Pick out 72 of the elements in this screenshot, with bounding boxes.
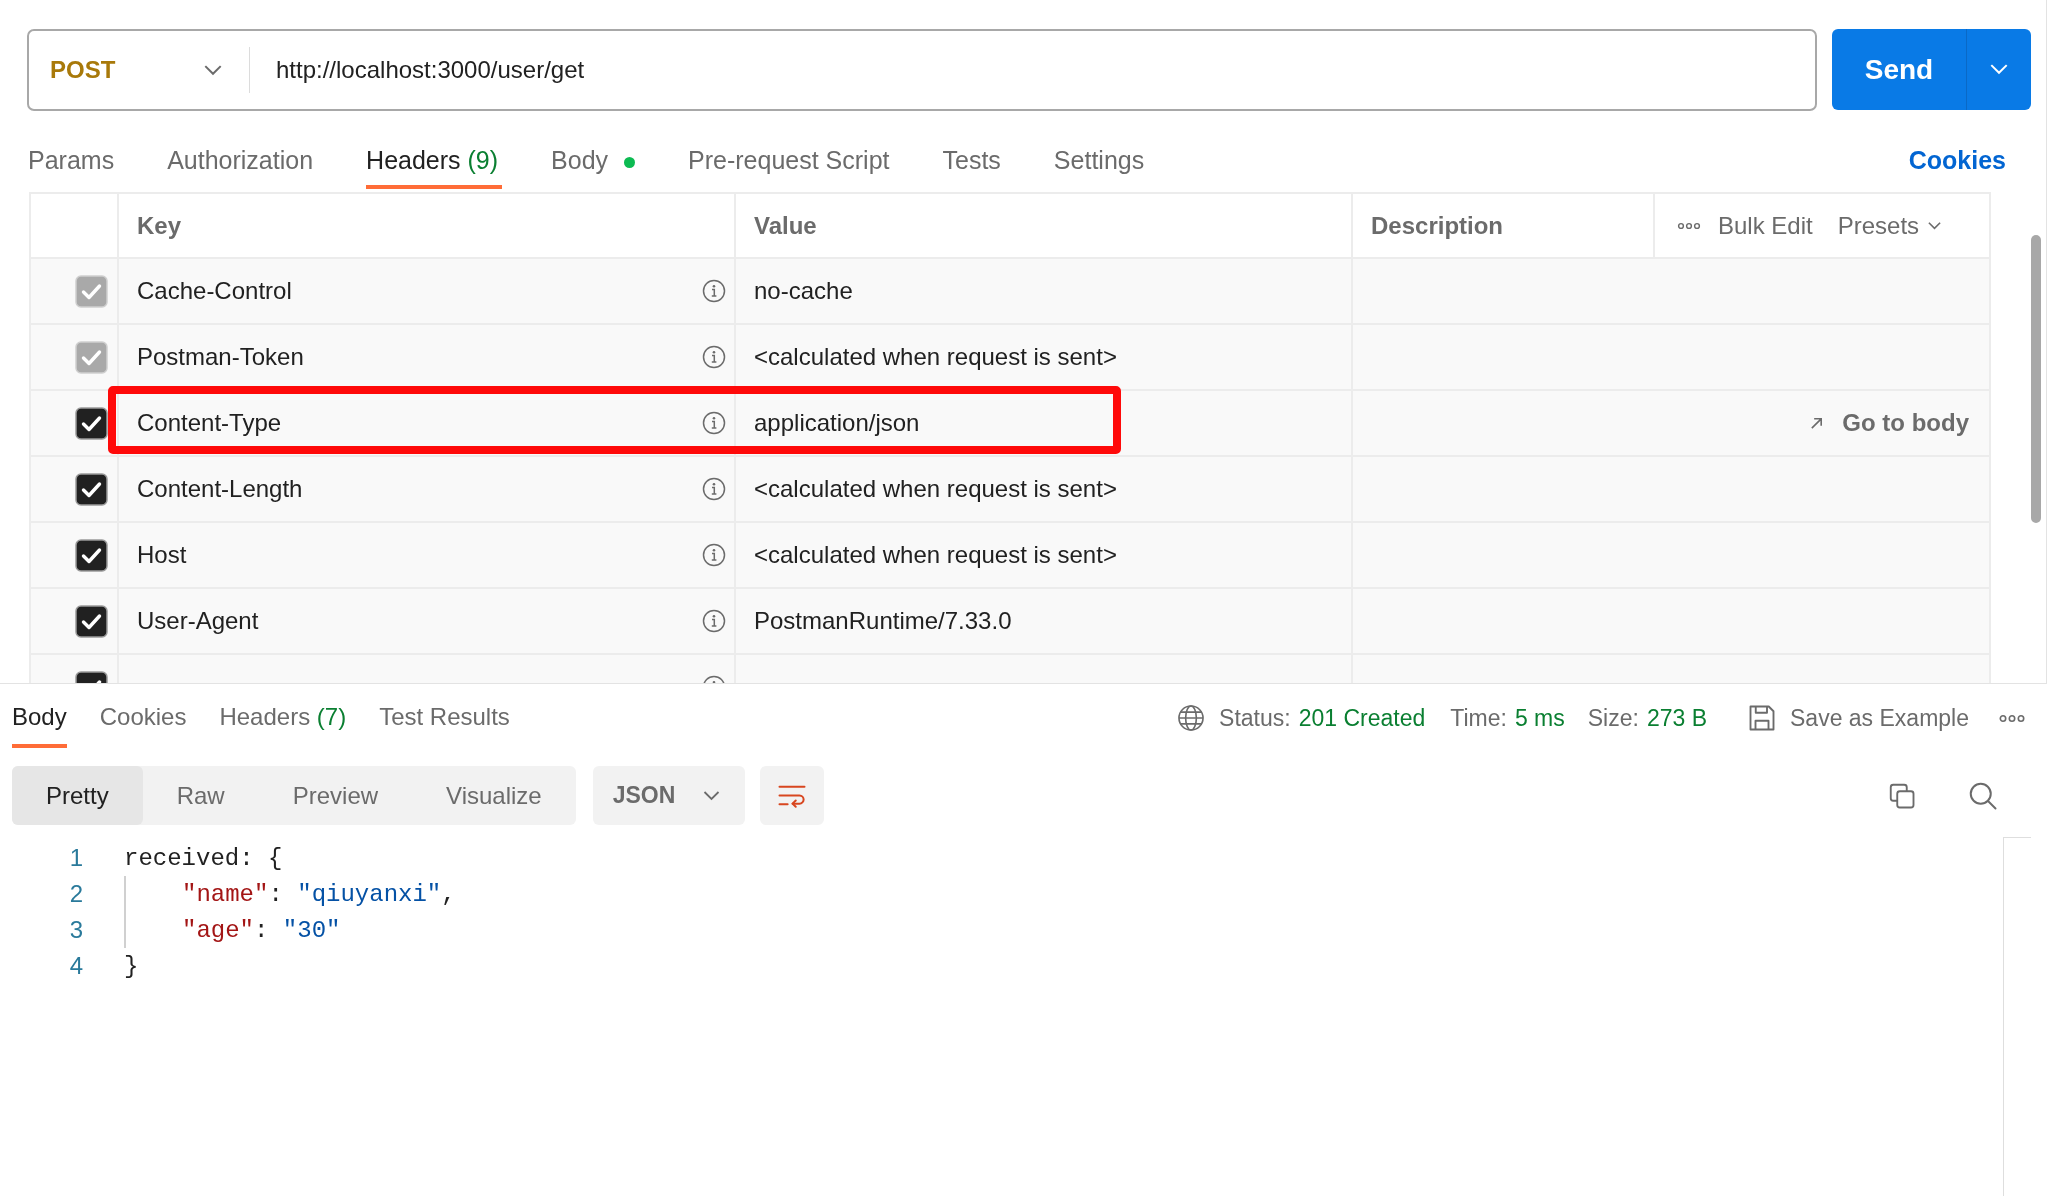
header-value: <calculated when request is sent> — [754, 343, 1117, 371]
view-mode-tab[interactable]: Raw — [142, 766, 259, 825]
header-value: <calculated when request is sent> — [754, 475, 1117, 503]
chevron-down-icon — [204, 64, 222, 76]
code-line: "age": "30" — [182, 916, 341, 944]
header-key: Cache-Control — [137, 277, 292, 305]
search-icon[interactable] — [1968, 780, 1998, 811]
code-line: } — [124, 952, 139, 980]
checkbox[interactable] — [75, 472, 108, 506]
line-number: 2 — [68, 880, 83, 908]
header-value: application/json — [754, 409, 920, 437]
globe-icon[interactable] — [1177, 704, 1206, 732]
request-tab[interactable]: Tests — [942, 135, 1005, 189]
info-icon[interactable] — [702, 543, 726, 567]
request-tab[interactable]: Settings — [1053, 135, 1149, 189]
header-key: Host — [137, 541, 187, 569]
response-tab[interactable]: Headers (7) — [219, 684, 347, 748]
line-number: 3 — [68, 916, 83, 944]
send-button[interactable]: Send — [1832, 29, 1966, 110]
response-tab[interactable]: Test Results — [379, 684, 510, 748]
info-icon[interactable] — [702, 411, 726, 435]
arrow-up-right-icon — [1809, 415, 1825, 431]
checkbox[interactable] — [75, 604, 108, 638]
go-to-body-link[interactable]: Go to body — [1809, 409, 1969, 437]
line-number: 1 — [68, 844, 83, 872]
size-label: Size: — [1587, 704, 1639, 732]
save-as-example-button[interactable]: Save as Example — [1747, 703, 1969, 733]
method-dropdown[interactable]: POST — [29, 47, 250, 93]
chevron-down-icon — [702, 790, 720, 801]
info-icon[interactable] — [702, 477, 726, 501]
column-header: Value — [754, 211, 817, 240]
column-header: Key — [137, 211, 182, 240]
checkbox[interactable] — [75, 406, 108, 440]
request-tab[interactable]: Params — [28, 135, 119, 189]
presets-dropdown[interactable]: Presets — [1837, 211, 1942, 240]
time-label: Time: — [1450, 704, 1507, 732]
response-tab[interactable]: Body — [12, 684, 67, 748]
checkbox[interactable] — [75, 538, 108, 572]
more-icon[interactable] — [1677, 221, 1701, 230]
request-tab[interactable]: Headers (9) — [366, 135, 503, 189]
header-key: Postman-Token — [137, 343, 304, 371]
code-line: received: { — [124, 844, 283, 872]
header-value: PostmanRuntime/7.33.0 — [754, 607, 1012, 635]
header-key: User-Agent — [137, 607, 259, 635]
time-value: 5 ms — [1514, 704, 1565, 732]
request-tab[interactable]: Body — [551, 135, 640, 189]
chevron-down-icon — [1990, 64, 2008, 75]
size-value: 273 B — [1646, 704, 1707, 732]
status-value: 201 Created — [1298, 704, 1426, 732]
chevron-down-icon — [1928, 221, 1942, 230]
line-number: 4 — [68, 952, 83, 980]
code-line: "name": "qiuyanxi", — [182, 880, 456, 908]
info-icon[interactable] — [702, 609, 726, 633]
url-field[interactable]: http://localhost:3000/user/get — [250, 31, 1815, 109]
header-value: <calculated when request is sent> — [754, 541, 1117, 569]
wrap-lines-button[interactable] — [759, 766, 824, 825]
cookies-link[interactable]: Cookies — [1908, 135, 2006, 189]
scrollbar[interactable] — [2031, 235, 2041, 523]
more-icon[interactable] — [1997, 713, 2027, 723]
format-dropdown[interactable]: JSON — [592, 766, 745, 825]
view-mode-tab[interactable]: Pretty — [12, 766, 143, 825]
header-value: no-cache — [754, 277, 853, 305]
view-mode-tab[interactable]: Visualize — [412, 766, 576, 825]
header-key: Content-Type — [137, 409, 282, 437]
column-header: Description — [1371, 211, 1504, 240]
response-tab[interactable]: Cookies — [99, 684, 187, 748]
header-key: Content-Length — [137, 475, 303, 503]
request-tab[interactable]: Pre-request Script — [688, 135, 894, 189]
request-tab[interactable]: Authorization — [167, 135, 318, 189]
status-label: Status: — [1219, 704, 1291, 732]
view-mode-tab[interactable]: Preview — [258, 766, 413, 825]
bulk-edit-button[interactable]: Bulk Edit — [1718, 211, 1813, 240]
